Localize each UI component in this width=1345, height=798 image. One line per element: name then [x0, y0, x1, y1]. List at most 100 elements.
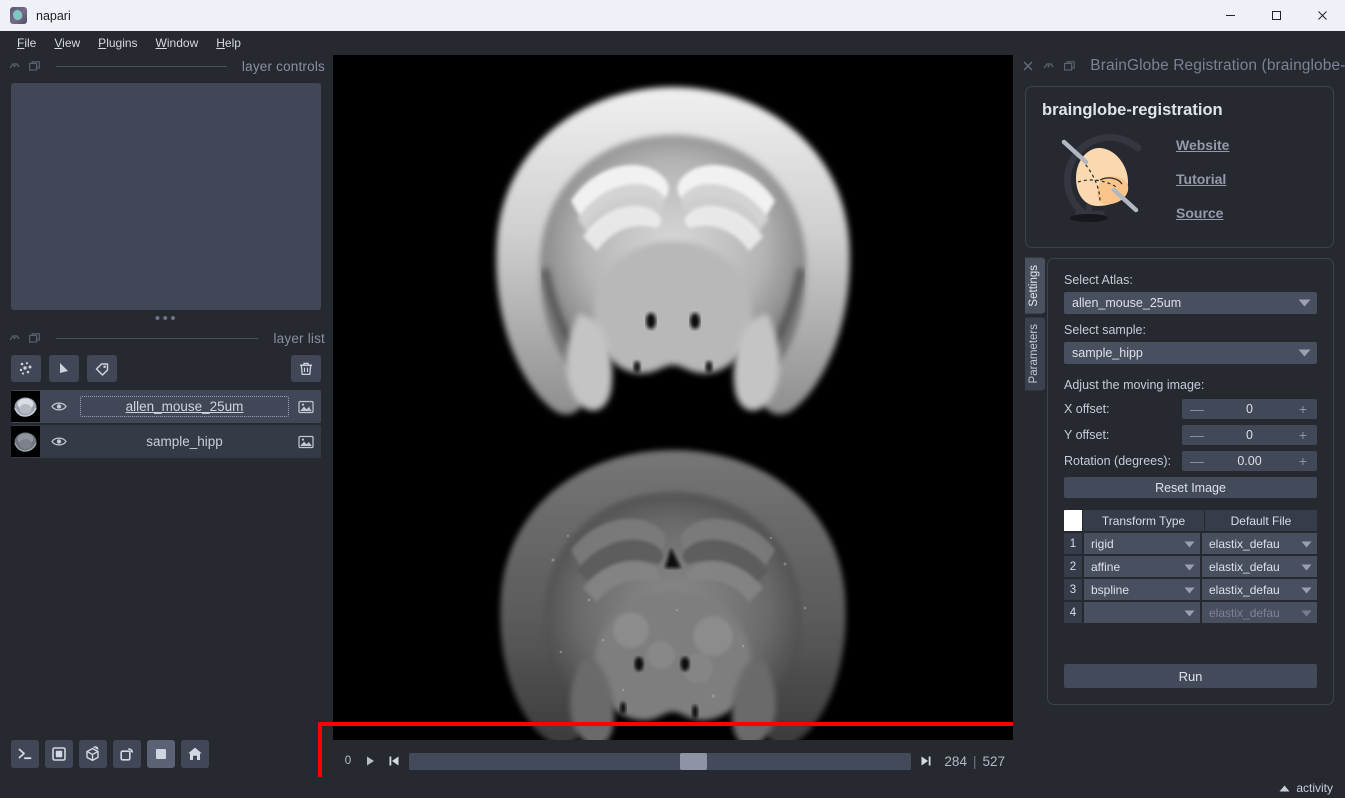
layer-name-input[interactable]: allen_mouse_25um	[80, 396, 289, 417]
rotation-value[interactable]: 0.00	[1202, 454, 1297, 468]
dims-slider[interactable]	[409, 752, 912, 770]
decrement-icon[interactable]: —	[1190, 453, 1204, 469]
trash-icon[interactable]	[291, 355, 321, 382]
increment-icon[interactable]: +	[1297, 401, 1309, 417]
activity-toggle[interactable]: activity	[1279, 781, 1333, 795]
cube-3d-icon[interactable]	[79, 740, 107, 768]
run-button[interactable]: Run	[1064, 664, 1317, 688]
settings-area: Settings Parameters Select Atlas: allen_…	[1013, 258, 1345, 705]
float-dock-icon[interactable]	[8, 332, 21, 345]
layer-list: allen_mouse_25um ⋮ sample_hipp	[11, 390, 321, 458]
tab-parameters[interactable]: Parameters	[1025, 316, 1045, 390]
y-offset-value[interactable]: 0	[1202, 428, 1297, 442]
transpose-dimensions-icon[interactable]	[147, 740, 175, 768]
transform-type-dropdown[interactable]: bspline	[1084, 579, 1200, 600]
chevron-down-icon	[1184, 537, 1195, 551]
default-file-dropdown[interactable]: elastix_defau	[1202, 579, 1317, 600]
column-header-transform-type[interactable]: Transform Type	[1082, 510, 1204, 531]
adjust-moving-image-label: Adjust the moving image:	[1064, 378, 1205, 392]
header-divider	[56, 65, 227, 67]
select-sample-dropdown[interactable]: sample_hipp	[1064, 342, 1317, 364]
increment-icon[interactable]: +	[1297, 453, 1309, 469]
maximize-button[interactable]	[1253, 0, 1299, 31]
chevron-down-icon	[1184, 606, 1195, 620]
roll-dimensions-icon[interactable]	[113, 740, 141, 768]
transform-type-value: affine	[1091, 559, 1121, 574]
home-icon[interactable]	[181, 740, 209, 768]
tab-settings[interactable]: Settings	[1025, 258, 1045, 314]
square-2d-icon[interactable]	[45, 740, 73, 768]
transform-type-dropdown[interactable]	[1084, 602, 1200, 623]
website-link[interactable]: Website	[1176, 137, 1229, 153]
table-row: 2 affine elastix_defau	[1064, 556, 1317, 577]
dims-slider-handle[interactable]	[679, 752, 707, 770]
rotation-label: Rotation (degrees):	[1064, 454, 1172, 468]
plugin-header-card: brainglobe-registration Website Tutorial…	[1025, 86, 1334, 248]
popout-dock-icon[interactable]	[1063, 60, 1076, 73]
chevron-down-icon	[1298, 346, 1311, 360]
layer-row[interactable]: allen_mouse_25um ⋮	[11, 390, 321, 423]
points-icon[interactable]	[11, 355, 41, 382]
console-icon[interactable]	[11, 740, 39, 768]
play-icon[interactable]	[361, 752, 379, 770]
row-index[interactable]: 1	[1064, 533, 1082, 554]
close-button[interactable]	[1299, 0, 1345, 31]
rotation-row: Rotation (degrees): — 0.00 +	[1064, 451, 1317, 471]
select-atlas-label: Select Atlas:	[1064, 273, 1133, 287]
select-atlas-dropdown[interactable]: allen_mouse_25um	[1064, 292, 1317, 314]
canvas-layer-allen-mouse-25um	[393, 73, 953, 423]
close-icon[interactable]	[1022, 60, 1034, 73]
popout-dock-icon[interactable]	[28, 60, 41, 73]
y-offset-stepper[interactable]: — 0 +	[1182, 425, 1317, 445]
float-dock-icon[interactable]	[1043, 60, 1055, 73]
menu-plugins[interactable]: Plugins	[89, 33, 146, 53]
default-file-dropdown[interactable]: elastix_defau	[1202, 533, 1317, 554]
reset-image-button[interactable]: Reset Image	[1064, 477, 1317, 498]
transform-type-dropdown[interactable]: affine	[1084, 556, 1200, 577]
column-header-default-file[interactable]: Default File	[1204, 510, 1317, 531]
dock-splitter-handle[interactable]: •••	[0, 311, 333, 327]
statusbar: activity	[0, 777, 1345, 798]
rotation-stepper[interactable]: — 0.00 +	[1182, 451, 1317, 471]
layer-visibility-toggle[interactable]	[40, 401, 78, 412]
menu-window[interactable]: Window	[147, 33, 208, 53]
layer-visibility-toggle[interactable]	[40, 436, 78, 447]
popout-dock-icon[interactable]	[28, 332, 41, 345]
tutorial-link[interactable]: Tutorial	[1176, 171, 1229, 187]
decrement-icon[interactable]: —	[1190, 427, 1204, 443]
layer-row[interactable]: sample_hipp	[11, 425, 321, 458]
minimize-button[interactable]	[1207, 0, 1253, 31]
float-dock-icon[interactable]	[8, 60, 21, 73]
row-index[interactable]: 2	[1064, 556, 1082, 577]
default-file-value: elastix_defau	[1209, 536, 1280, 551]
default-file-dropdown[interactable]: elastix_defau	[1202, 602, 1317, 623]
row-index[interactable]: 3	[1064, 579, 1082, 600]
increment-icon[interactable]: +	[1297, 427, 1309, 443]
table-corner-cell[interactable]	[1064, 510, 1082, 531]
dims-slider-strip: 0 284 | 527	[333, 740, 1013, 782]
default-file-dropdown[interactable]: elastix_defau	[1202, 556, 1317, 577]
layer-row-grip[interactable]: ⋮	[303, 400, 316, 413]
source-link[interactable]: Source	[1176, 205, 1229, 221]
dims-max-value: 527	[982, 753, 1005, 769]
labels-tag-icon[interactable]	[87, 355, 117, 382]
viewer-buttons	[11, 740, 209, 768]
first-frame-icon[interactable]	[385, 752, 403, 770]
shapes-icon[interactable]	[49, 355, 79, 382]
dims-current-value[interactable]: 284	[944, 754, 967, 769]
x-offset-stepper[interactable]: — 0 +	[1182, 399, 1317, 419]
menu-help[interactable]: Help	[207, 33, 250, 53]
dims-value-separator: |	[972, 753, 977, 769]
default-file-value: elastix_defau	[1209, 582, 1280, 597]
plugin-dock-titlebar: BrainGlobe Registration (brainglobe-regi	[1013, 55, 1345, 77]
decrement-icon[interactable]: —	[1190, 401, 1204, 417]
transform-type-dropdown[interactable]: rigid	[1084, 533, 1200, 554]
menu-file[interactable]: File	[8, 33, 45, 53]
layer-list-buttons	[0, 349, 333, 382]
menu-view[interactable]: View	[45, 33, 89, 53]
image-canvas[interactable]	[333, 55, 1013, 740]
layer-controls-panel[interactable]	[11, 83, 321, 310]
row-index[interactable]: 4	[1064, 602, 1082, 623]
last-frame-icon[interactable]	[917, 752, 935, 770]
x-offset-value[interactable]: 0	[1202, 402, 1297, 416]
